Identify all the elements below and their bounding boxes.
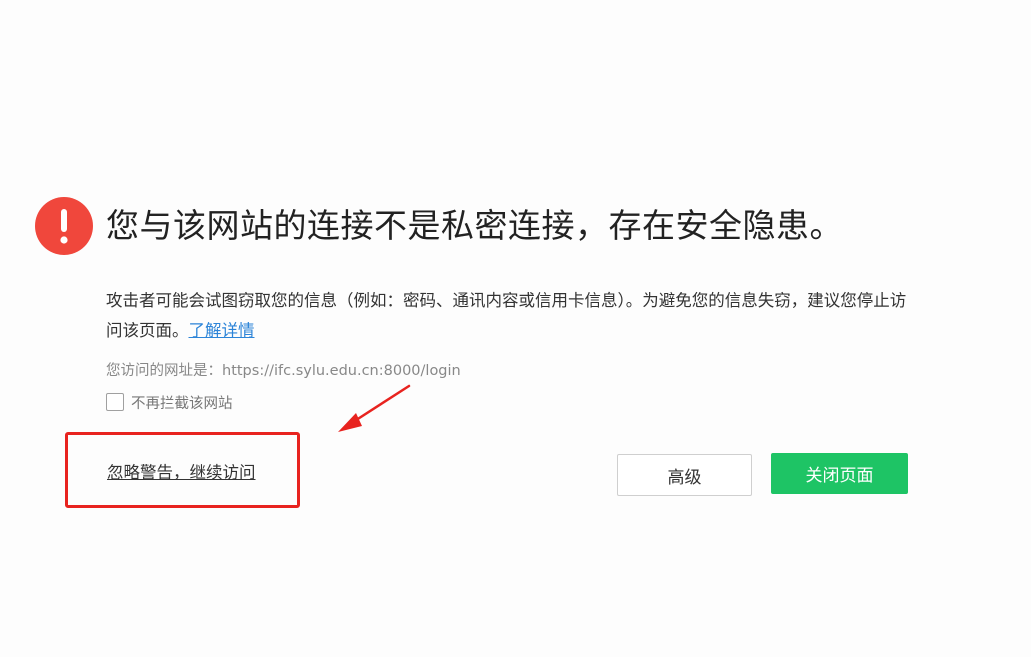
advanced-button[interactable]: 高级	[617, 454, 752, 496]
warning-headline: 您与该网站的连接不是私密连接，存在安全隐患。	[106, 206, 843, 245]
exclamation-circle-icon	[35, 197, 93, 255]
warning-description: 攻击者可能会试图窃取您的信息（例如：密码、通讯内容或信用卡信息）。为避免您的信息…	[106, 286, 921, 346]
dont-block-site-option[interactable]: 不再拦截该网站	[106, 391, 233, 413]
close-page-button[interactable]: 关闭页面	[771, 453, 908, 494]
visited-url: 您访问的网址是：https://ifc.sylu.edu.cn:8000/log…	[106, 363, 461, 379]
annotation-arrow	[338, 384, 411, 432]
dont-block-site-label: 不再拦截该网站	[131, 395, 233, 412]
learn-more-link[interactable]: 了解详情	[189, 321, 255, 340]
ignore-warning-link[interactable]: 忽略警告，继续访问	[107, 460, 256, 486]
dont-block-site-checkbox[interactable]	[106, 393, 124, 411]
